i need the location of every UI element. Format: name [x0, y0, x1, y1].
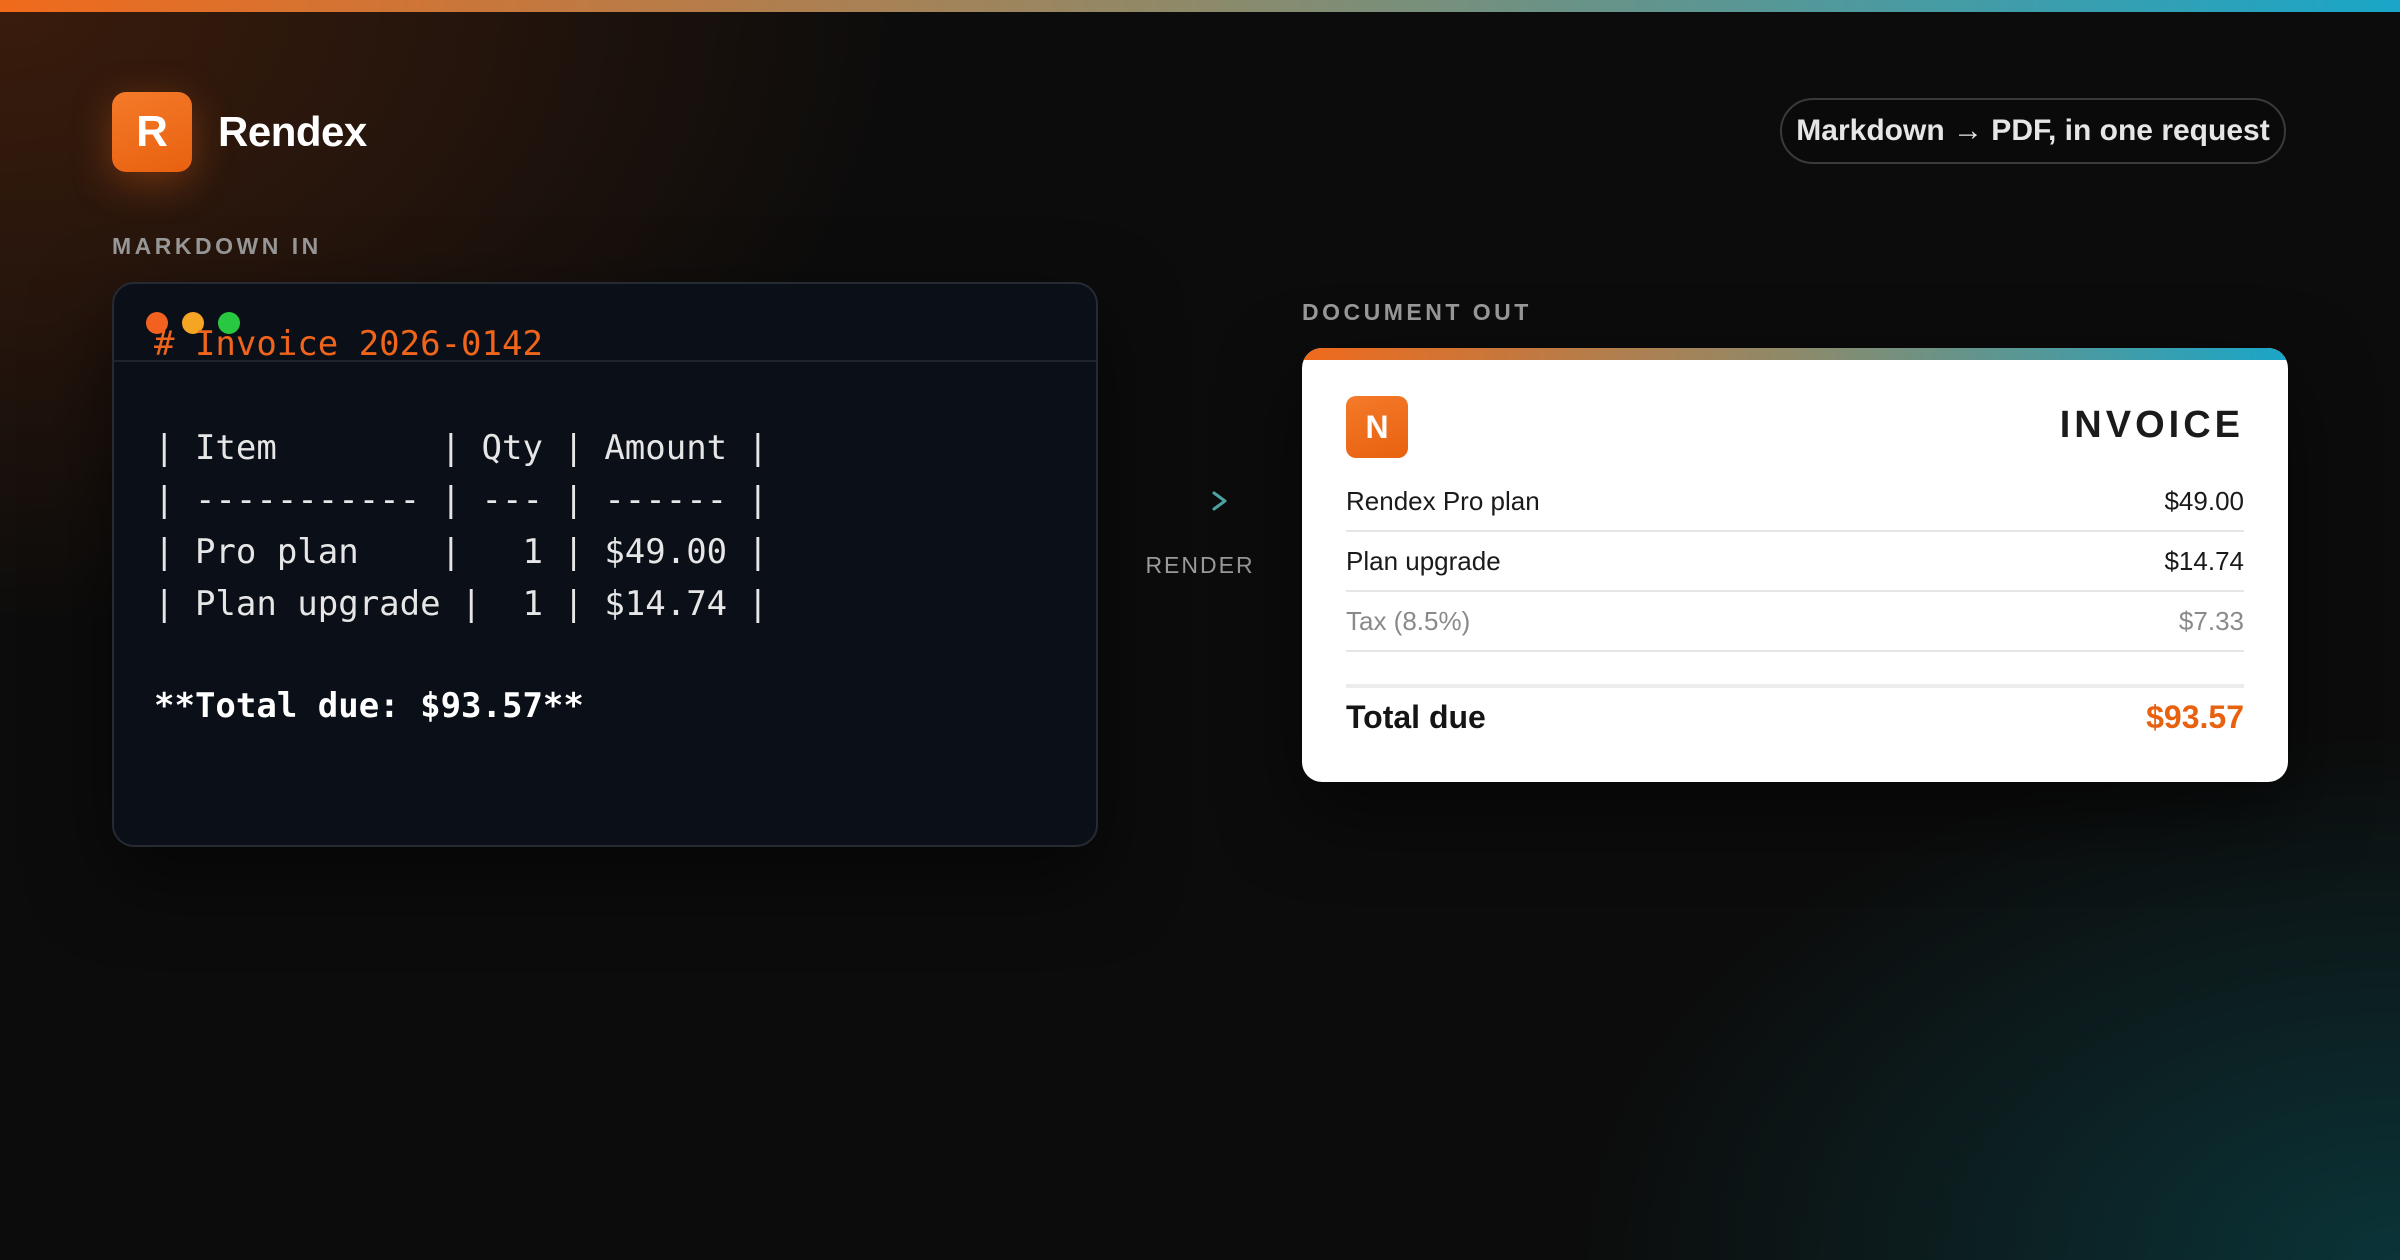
line-item-amount: $14.74 [2164, 545, 2244, 576]
document-accent-bar [1302, 348, 2288, 360]
total-label: Total due [1346, 698, 1486, 735]
code-line-total: **Total due: $93.57** [154, 686, 584, 726]
tax-amount: $7.33 [2178, 605, 2244, 636]
code-line-table-divider: | ----------- | --- | ------ | [154, 480, 769, 520]
line-item-label: Plan upgrade [1346, 545, 1501, 576]
tax-row: Tax (8.5%) $7.33 [1346, 592, 2244, 652]
code-line-heading: # Invoice 2026-0142 [154, 324, 543, 364]
document-title: INVOICE [2059, 404, 2244, 446]
render-label: RENDER [1145, 552, 1255, 578]
document-logo: N [1346, 396, 1408, 458]
code-line-table-header: | Item | Qty | Amount | [154, 428, 769, 468]
brand: R Rendex [112, 92, 367, 172]
tax-label: Tax (8.5%) [1346, 605, 1471, 636]
brand-logo: R [112, 92, 192, 172]
code-line-row-pro-plan: | Pro plan | 1 | $49.00 | [154, 532, 769, 572]
total-row: Total due $93.57 [1346, 684, 2244, 746]
line-item-label: Rendex Pro plan [1346, 485, 1540, 516]
invoice-document: N INVOICE Rendex Pro plan $49.00 Plan upgr… [1302, 348, 2288, 782]
line-item-row: Plan upgrade $14.74 [1346, 532, 2244, 592]
markdown-code: # Invoice 2026-0142 | Item | Qty | Amoun… [154, 284, 768, 726]
render-step: RENDER [1140, 490, 1260, 579]
brand-name: Rendex [218, 108, 367, 155]
code-line-row-plan-upgrade: | Plan upgrade | 1 | $14.74 | [154, 584, 769, 624]
line-item-row: Rendex Pro plan $49.00 [1346, 472, 2244, 532]
tagline-pill: Markdown → PDF, in one request [1780, 98, 2286, 164]
render-arrow-icon [1170, 491, 1227, 511]
total-amount: $93.57 [2146, 698, 2244, 735]
document-out-label: DOCUMENT OUT [1302, 299, 1532, 325]
markdown-in-label: MARKDOWN IN [112, 233, 322, 259]
line-item-amount: $49.00 [2164, 485, 2244, 516]
top-gradient-bar [0, 0, 2400, 12]
markdown-editor: # Invoice 2026-0142 | Item | Qty | Amoun… [112, 282, 1098, 847]
